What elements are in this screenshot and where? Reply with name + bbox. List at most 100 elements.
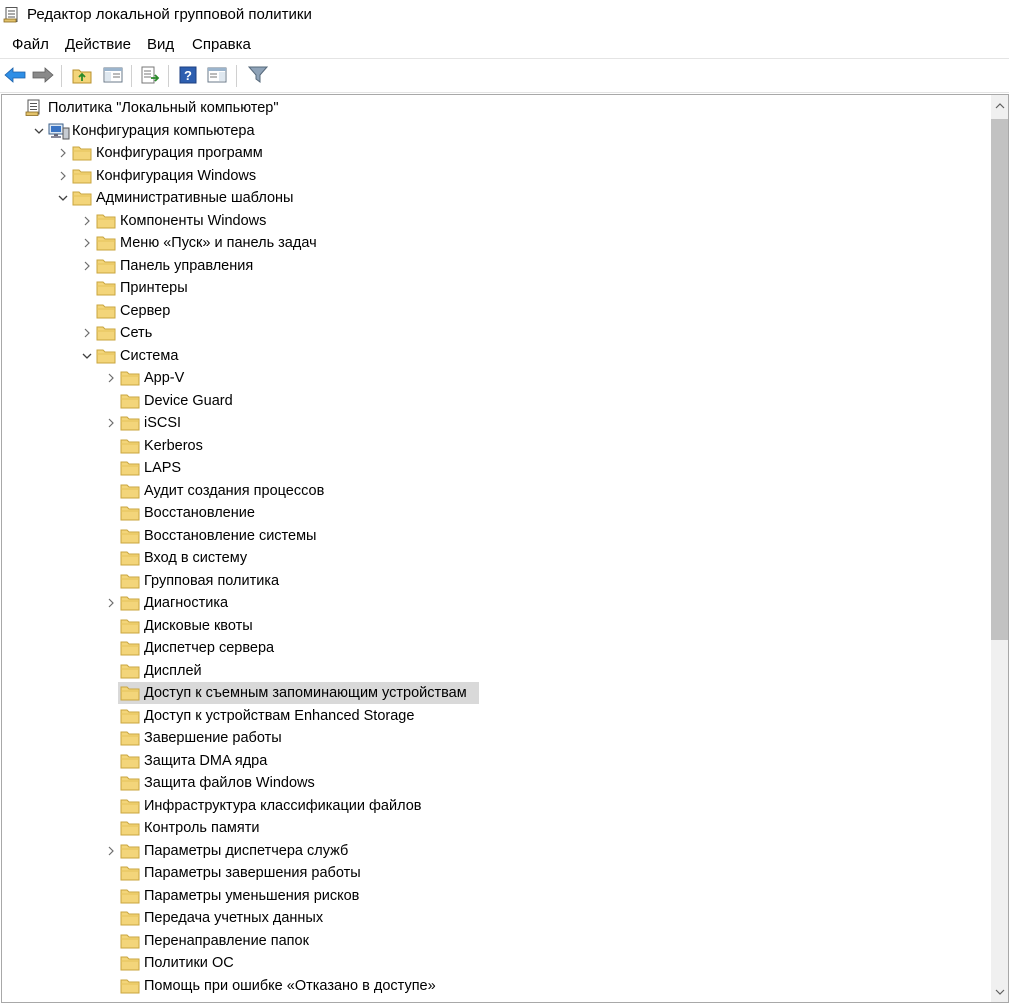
collapsed-chevron-icon[interactable] xyxy=(104,840,118,862)
menu-help[interactable]: Справка xyxy=(192,36,251,53)
tree-item[interactable]: Перенаправление папок xyxy=(2,930,982,952)
tree-item[interactable]: Device Guard xyxy=(2,390,982,412)
tree-item[interactable]: Система xyxy=(2,345,982,367)
collapsed-chevron-icon[interactable] xyxy=(80,255,94,277)
folder-icon xyxy=(120,482,140,500)
tree-item[interactable]: Помощь при ошибке «Отказано в доступе» xyxy=(2,975,982,997)
folder-icon xyxy=(120,842,140,860)
folder-icon xyxy=(96,212,116,230)
tree-item[interactable]: Параметры завершения работы xyxy=(2,862,982,884)
collapsed-chevron-icon[interactable] xyxy=(80,210,94,232)
tree-item-label: Защита DMA ядра xyxy=(144,752,268,769)
tree-item[interactable]: Панель управления xyxy=(2,255,982,277)
collapsed-chevron-icon[interactable] xyxy=(80,232,94,254)
show-action-pane-button[interactable] xyxy=(205,63,229,87)
tree-item[interactable]: Административные шаблоны xyxy=(2,187,982,209)
tree-item[interactable]: Защита файлов Windows xyxy=(2,772,982,794)
tree-item[interactable]: Политика "Локальный компьютер" xyxy=(2,97,982,119)
scroll-down-arrow-icon[interactable] xyxy=(991,983,1008,1000)
title-bar: Редактор локальной групповой политики xyxy=(0,0,1009,31)
expanded-chevron-icon[interactable] xyxy=(80,345,94,367)
tree-item-label: LAPS xyxy=(144,460,182,476)
tree-item-label: Конфигурация компьютера xyxy=(72,122,255,139)
tree-item[interactable]: Контроль памяти xyxy=(2,817,982,839)
tree-item[interactable]: Параметры уменьшения рисков xyxy=(2,885,982,907)
filter-button[interactable] xyxy=(246,63,270,87)
tree-item[interactable]: Параметры диспетчера служб xyxy=(2,840,982,862)
policy-document-icon xyxy=(24,99,44,117)
collapsed-chevron-icon[interactable] xyxy=(80,322,94,344)
tree-item[interactable]: Принтеры xyxy=(2,277,982,299)
tree-item[interactable]: Завершение работы xyxy=(2,727,982,749)
tree-item-label: Параметры диспетчера служб xyxy=(144,842,349,859)
tree-item[interactable]: iSCSI xyxy=(2,412,982,434)
show-hide-tree-icon xyxy=(103,67,123,83)
forward-button[interactable] xyxy=(31,63,55,87)
menu-action[interactable]: Действие xyxy=(65,36,131,53)
tree-item[interactable]: Дисковые квоты xyxy=(2,615,982,637)
tree-item[interactable]: Дисплей xyxy=(2,660,982,682)
tree-item-label: Диспетчер сервера xyxy=(144,640,275,656)
scrollbar-thumb[interactable] xyxy=(991,119,1008,640)
tree-item[interactable]: Диспетчер сервера xyxy=(2,637,982,659)
svg-text:?: ? xyxy=(184,68,192,83)
back-button[interactable] xyxy=(3,63,27,87)
folder-icon xyxy=(120,459,140,477)
tree-item[interactable]: Восстановление xyxy=(2,502,982,524)
tree-item[interactable]: Групповая политика xyxy=(2,570,982,592)
tree-item[interactable]: LAPS xyxy=(2,457,982,479)
tree-item[interactable]: Аудит создания процессов xyxy=(2,480,982,502)
vertical-scrollbar[interactable] xyxy=(991,95,1008,1002)
tree-item[interactable]: Политики ОС xyxy=(2,952,982,974)
toolbar-separator xyxy=(131,65,132,87)
folder-icon xyxy=(120,752,140,770)
tree-item[interactable]: Инфраструктура классификации файлов xyxy=(2,795,982,817)
tree-item[interactable]: App-V xyxy=(2,367,982,389)
tree-item[interactable]: Восстановление системы xyxy=(2,525,982,547)
export-list-button[interactable] xyxy=(138,63,162,87)
tree-item[interactable]: Конфигурация Windows xyxy=(2,165,982,187)
folder-icon xyxy=(72,144,92,162)
tree-item-label: Параметры уменьшения рисков xyxy=(144,887,360,904)
tree-item[interactable]: Доступ к съемным запоминающим устройства… xyxy=(2,682,982,704)
collapsed-chevron-icon[interactable] xyxy=(56,165,70,187)
menu-file[interactable]: Файл xyxy=(12,36,49,53)
scroll-up-arrow-icon[interactable] xyxy=(991,97,1008,114)
menu-view[interactable]: Вид xyxy=(147,36,174,53)
tree-item[interactable]: Вход в систему xyxy=(2,547,982,569)
collapsed-chevron-icon[interactable] xyxy=(104,367,118,389)
folder-icon xyxy=(120,684,140,702)
tree-item[interactable]: Конфигурация компьютера xyxy=(2,120,982,142)
tree-item[interactable]: Сервер xyxy=(2,300,982,322)
tree-item[interactable]: Доступ к устройствам Enhanced Storage xyxy=(2,705,982,727)
tree-item[interactable]: Диагностика xyxy=(2,592,982,614)
expanded-chevron-icon[interactable] xyxy=(56,187,70,209)
expanded-chevron-icon[interactable] xyxy=(32,120,46,142)
tree-item[interactable]: Конфигурация программ xyxy=(2,142,982,164)
tree-item-label: Сеть xyxy=(120,325,153,341)
help-button[interactable]: ? xyxy=(176,63,200,87)
tree-item-label: Доступ к устройствам Enhanced Storage xyxy=(144,707,415,724)
tree-item-label: Дисплей xyxy=(144,662,202,679)
show-hide-tree-button[interactable] xyxy=(101,63,125,87)
tree-item[interactable]: Сеть xyxy=(2,322,982,344)
computer-icon xyxy=(48,122,70,140)
toolbar-separator xyxy=(236,65,237,87)
console-tree[interactable]: Политика "Локальный компьютер" Конфигурац… xyxy=(1,94,1009,1003)
collapsed-chevron-icon[interactable] xyxy=(56,142,70,164)
forward-icon xyxy=(32,67,54,83)
tree-item-label: Передача учетных данных xyxy=(144,910,324,926)
tree-item[interactable]: Компоненты Windows xyxy=(2,210,982,232)
tree-item[interactable]: Kerberos xyxy=(2,435,982,457)
folder-icon xyxy=(96,279,116,297)
show-action-pane-icon xyxy=(207,67,227,83)
folder-icon xyxy=(120,437,140,455)
collapsed-chevron-icon[interactable] xyxy=(104,592,118,614)
tree-item[interactable]: Меню «Пуск» и панель задач xyxy=(2,232,982,254)
up-folder-button[interactable] xyxy=(70,63,94,87)
tree-item[interactable]: Защита DMA ядра xyxy=(2,750,982,772)
collapsed-chevron-icon[interactable] xyxy=(104,412,118,434)
tree-item[interactable]: Передача учетных данных xyxy=(2,907,982,929)
folder-icon xyxy=(120,662,140,680)
tree-item-label: Device Guard xyxy=(144,392,233,409)
